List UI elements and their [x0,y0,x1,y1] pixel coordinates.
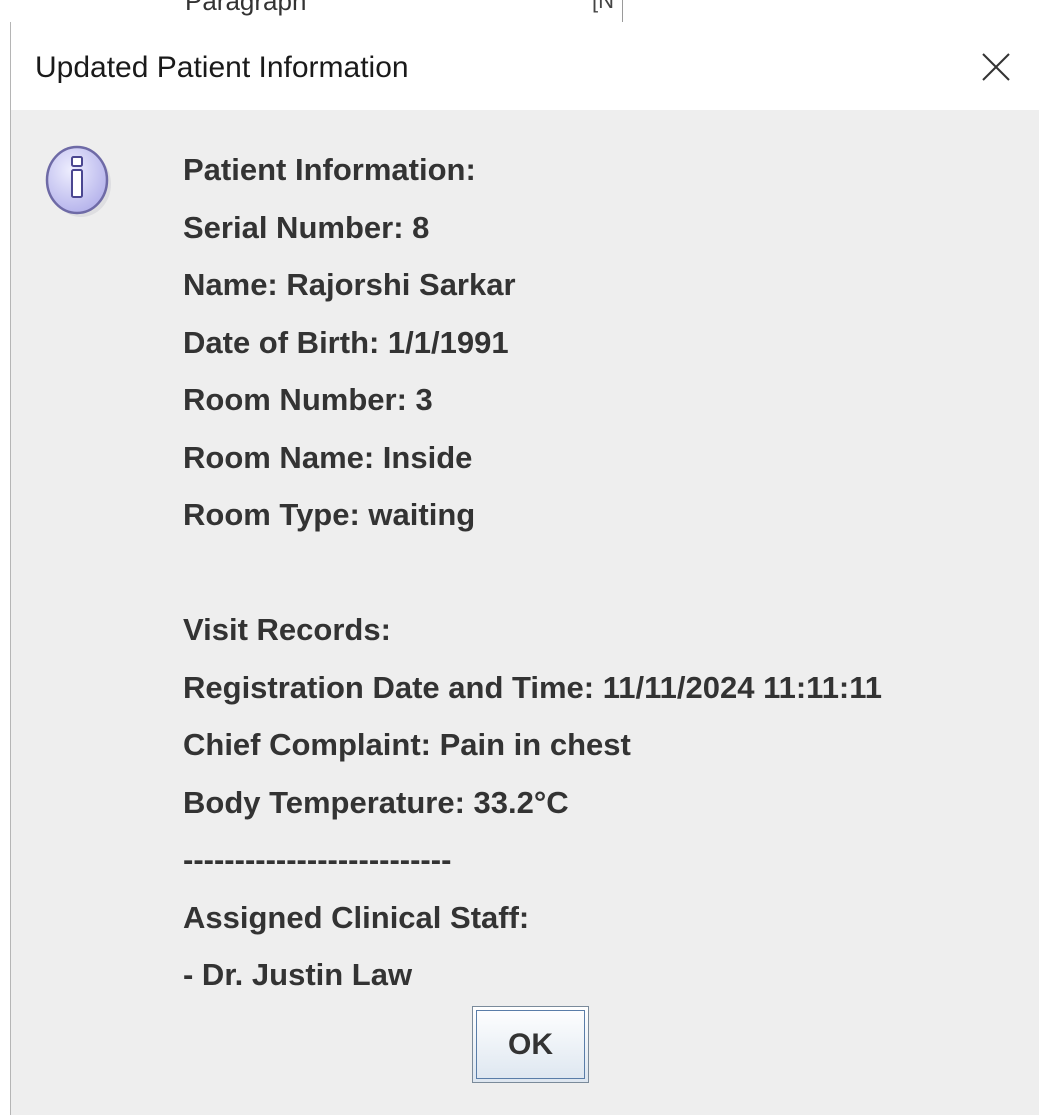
background-partial-icon: [N [592,0,614,13]
info-icon [43,139,111,221]
ok-button-label: OK [508,1027,553,1061]
message-line: Room Type: waiting [183,497,476,532]
message-line: - Dr. Justin Law [183,957,413,992]
close-icon [982,53,1010,81]
background-divider [622,0,623,22]
message-line: Room Number: 3 [183,382,433,417]
dialog-titlebar[interactable]: Updated Patient Information [11,22,1039,110]
message-line: Name: Rajorshi Sarkar [183,267,516,302]
patient-info-dialog: Updated Patient Information Patient Info… [10,22,1039,1115]
message-line: Date of Birth: 1/1/1991 [183,324,509,360]
message-line: Serial Number: 8 [183,209,430,245]
message-line: -------------------------- [183,842,452,877]
message-line: Patient Information: [183,152,476,187]
ok-button-focus-ring: OK [476,1010,585,1079]
dialog-title: Updated Patient Information [35,51,409,84]
message-line [183,549,1033,607]
ok-button[interactable]: OK [472,1006,589,1083]
message-line: Registration Date and Time: 11/11/2024 1… [183,669,883,705]
patient-info-message: Patient Information: Serial Number: 8 Na… [183,146,1033,1009]
message-line: Assigned Clinical Staff: [183,899,530,935]
message-line: Chief Complaint: Pain in chest [183,727,631,762]
message-line: Body Temperature: 33.2°C [183,784,569,820]
background-window-strip: Paragraph [N [0,0,1039,22]
message-line: Visit Records: [183,612,391,647]
close-button[interactable] [971,42,1021,92]
message-line: Room Name: Inside [183,439,473,475]
background-style-label: Paragraph [185,0,307,16]
